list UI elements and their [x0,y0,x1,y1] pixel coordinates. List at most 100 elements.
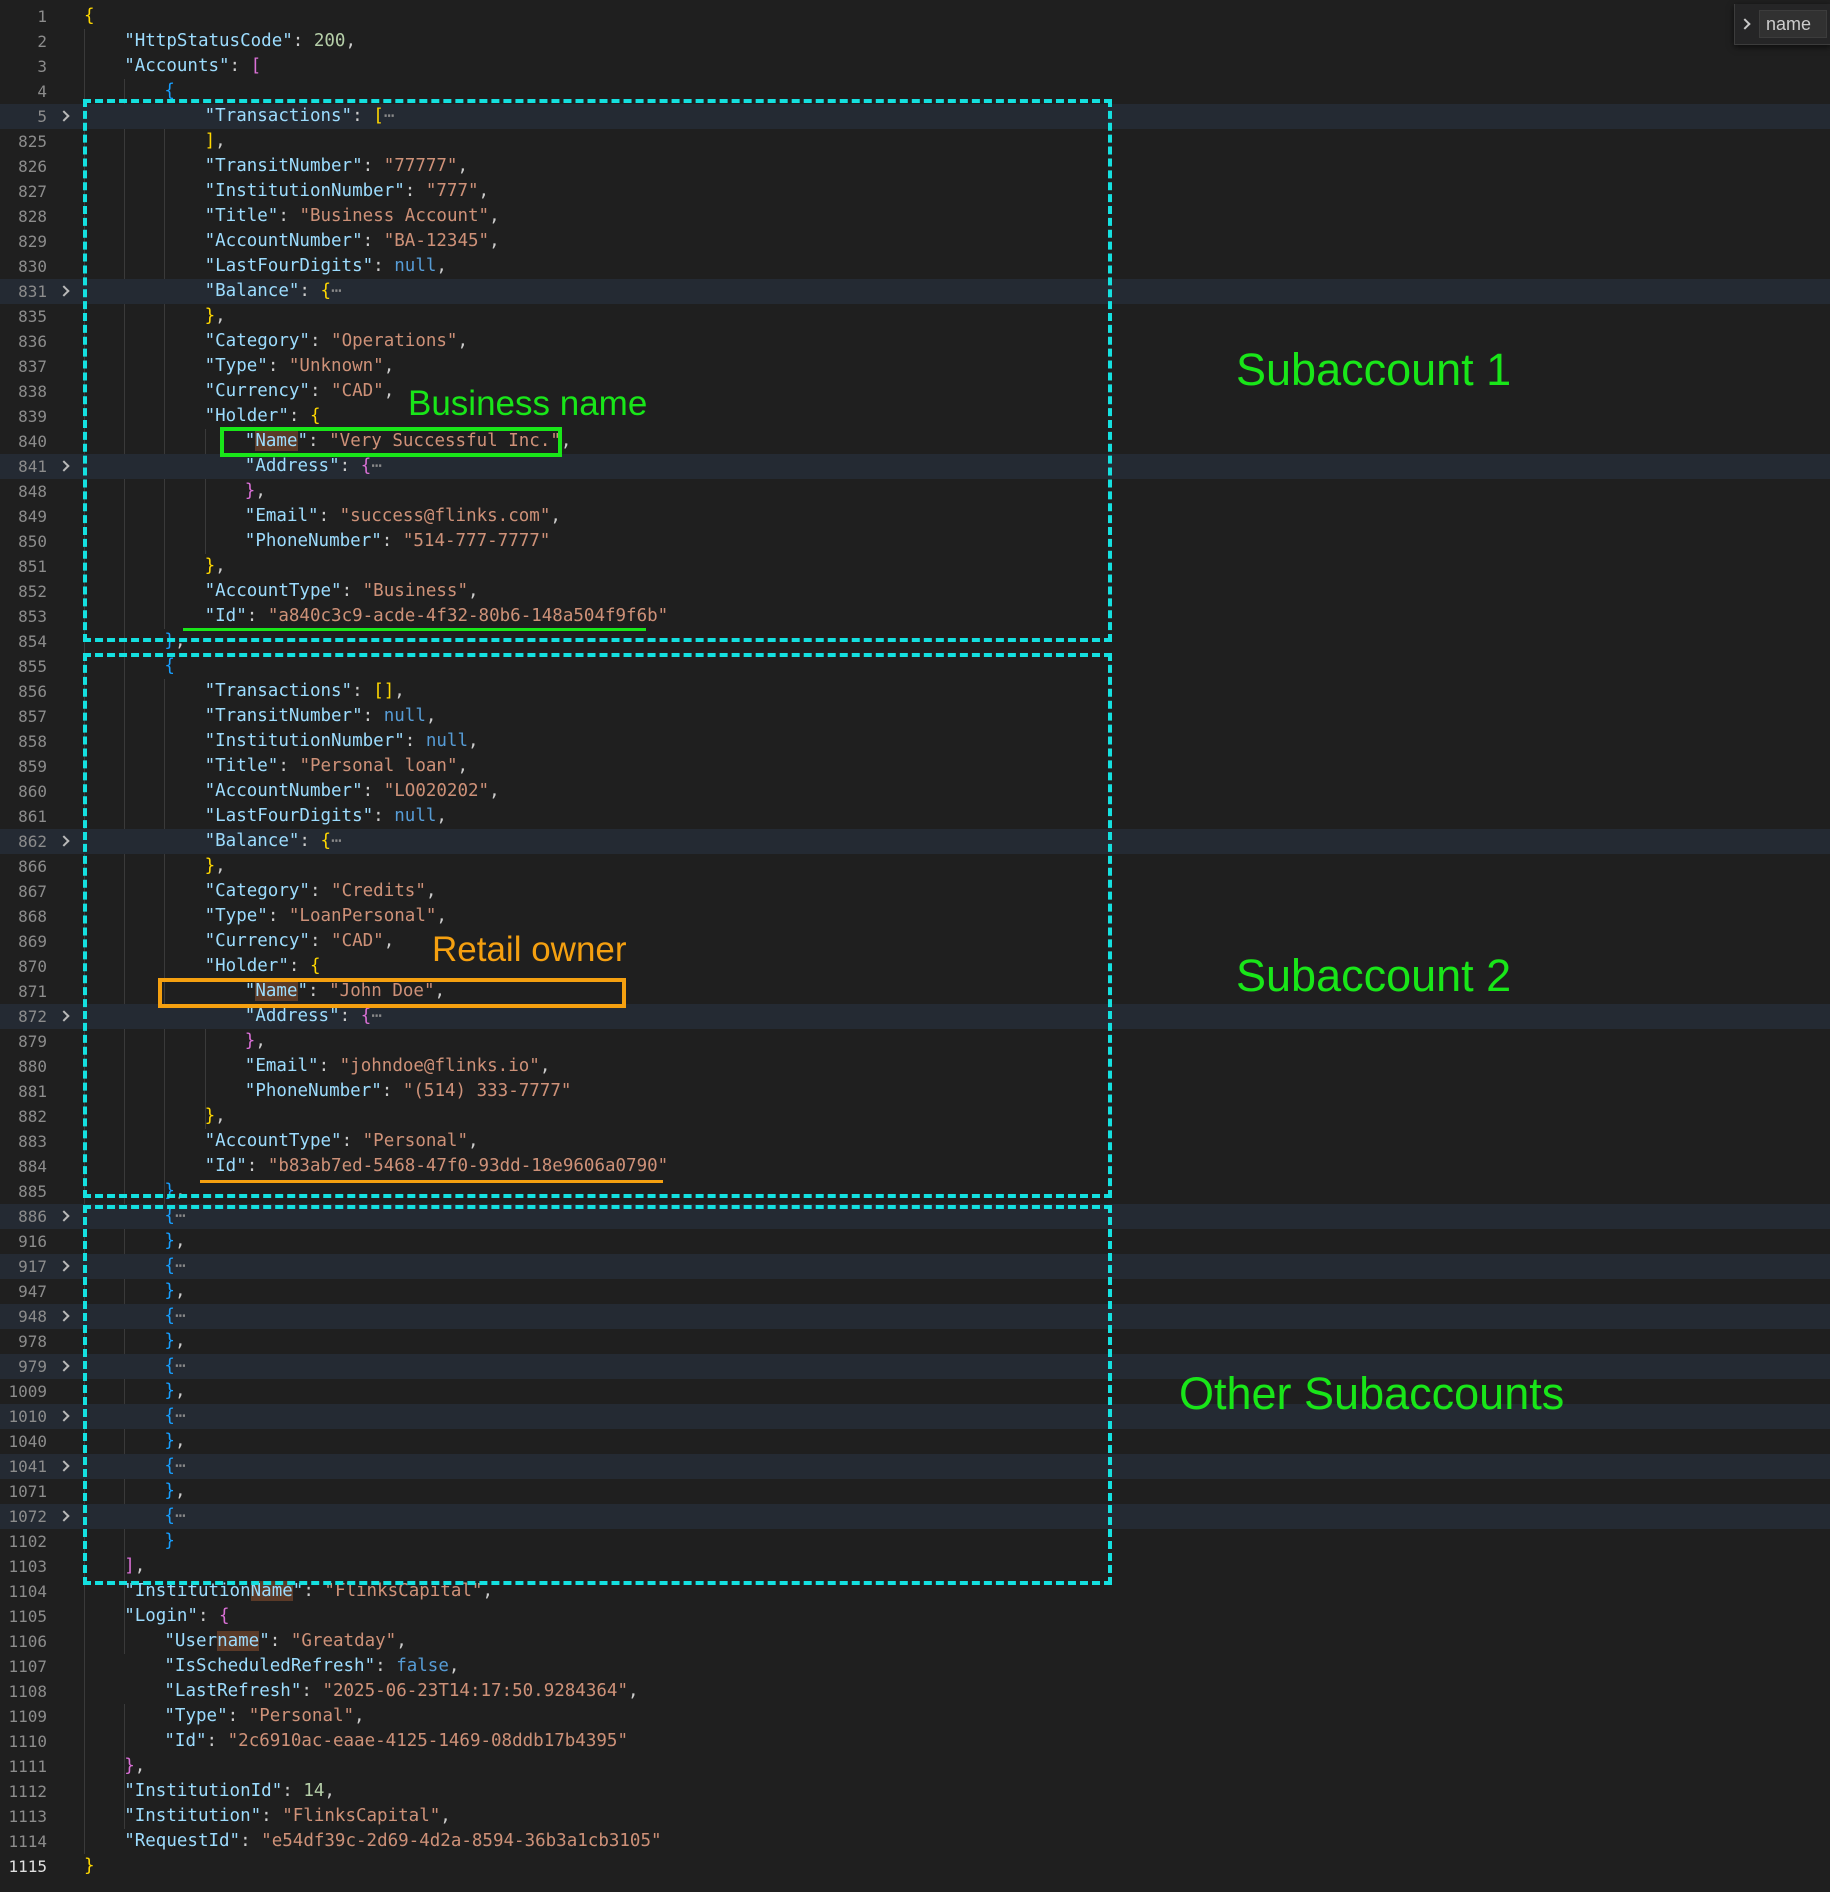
code-token: "Greatday" [290,1631,397,1651]
code-text: "LastRefresh": "2025-06-23T14:17:50.9284… [164,1679,638,1704]
find-input[interactable]: name [1759,10,1827,38]
fold-chevron-icon[interactable] [58,279,70,304]
fold-chevron-icon[interactable] [58,1004,70,1029]
line-number: 4 [37,82,47,101]
line-number: 1115 [8,1857,47,1876]
line-number: 868 [18,907,47,926]
code-line[interactable]: 1106 "Username": "Greatday", [0,1629,1830,1654]
code-token: false [396,1656,449,1676]
line-number: 1072 [8,1507,47,1526]
code-line[interactable]: 1107 "IsScheduledRefresh": false, [0,1654,1830,1679]
line-number: 916 [18,1232,47,1251]
line-number: 848 [18,482,47,501]
code-token: [ [250,56,262,76]
code-token: 14 [303,1781,325,1801]
code-text: "RequestId": "e54df39c-2d69-4d2a-8594-36… [124,1829,661,1854]
line-number: 861 [18,807,47,826]
code-line[interactable]: 1108 "LastRefresh": "2025-06-23T14:17:50.… [0,1679,1830,1704]
code-editor[interactable]: 1{2 "HttpStatusCode": 200, 3 "Accounts": [4… [0,0,1830,1892]
code-text: "InstitutionId": 14, [124,1779,335,1804]
code-line[interactable]: 1115} [0,1854,1830,1879]
line-number: 838 [18,382,47,401]
line-number: 1009 [8,1382,47,1401]
fold-chevron-icon[interactable] [58,1354,70,1379]
code-token: { [219,1606,230,1626]
code-token: , [396,1631,407,1651]
fold-chevron-icon[interactable] [58,1254,70,1279]
code-token: } [124,1756,135,1776]
fold-chevron-icon[interactable] [58,829,70,854]
code-token: : [292,31,314,51]
fold-chevron-icon[interactable] [58,1304,70,1329]
code-token: "Type" [164,1706,228,1726]
code-token: : [197,1606,220,1626]
fold-chevron-icon[interactable] [58,1204,70,1229]
code-token: " [259,1631,270,1651]
line-number: 841 [18,457,47,476]
code-token: : [282,1781,304,1801]
code-line[interactable]: 1{ [0,4,1830,29]
subaccount-1-label: Subaccount 1 [1236,344,1512,395]
code-line[interactable]: 1110 "Id": "2c6910ac-eaae-4125-1469-08ddb… [0,1729,1830,1754]
fold-chevron-icon[interactable] [58,1404,70,1429]
fold-chevron-icon[interactable] [58,1454,70,1479]
code-token: : [227,1706,249,1726]
line-number: 1111 [8,1757,47,1776]
code-text: "Login": { [124,1604,229,1629]
line-number: 1104 [8,1582,47,1601]
code-line[interactable]: 1111}, [0,1754,1830,1779]
code-line[interactable]: 1114 "RequestId": "e54df39c-2d69-4d2a-859… [0,1829,1830,1854]
line-number: 854 [18,632,47,651]
line-number: 1109 [8,1707,47,1726]
line-number: 882 [18,1107,47,1126]
code-token: name [217,1631,260,1651]
line-number: 1106 [8,1632,47,1651]
code-text: "Id": "2c6910ac-eaae-4125-1469-08ddb17b4… [164,1729,628,1754]
line-number: 3 [37,57,47,76]
line-number: 866 [18,857,47,876]
line-number: 1103 [8,1557,47,1576]
line-number: 840 [18,432,47,451]
line-number: 857 [18,707,47,726]
line-number: 886 [18,1207,47,1226]
line-number: 867 [18,882,47,901]
code-line[interactable]: 3 "Accounts": [ [0,54,1830,79]
toggle-replace-chevron-icon[interactable] [1739,16,1751,32]
line-number: 828 [18,207,47,226]
code-token: } [84,1856,95,1876]
code-text: }, [124,1754,145,1779]
code-text: "Institution": "FlinksCapital", [124,1804,451,1829]
line-number: 1010 [8,1407,47,1426]
line-number: 917 [18,1257,47,1276]
code-token: "HttpStatusCode" [124,31,293,51]
line-number: 979 [18,1357,47,1376]
line-number: 858 [18,732,47,751]
line-number: 947 [18,1282,47,1301]
line-number: 1 [37,7,47,26]
line-number: 870 [18,957,47,976]
code-line[interactable]: 2 "HttpStatusCode": 200, [0,29,1830,54]
code-token: "User [164,1631,218,1651]
fold-chevron-icon[interactable] [58,454,70,479]
code-token: { [164,81,175,101]
code-line[interactable]: 1112 "InstitutionId": 14, [0,1779,1830,1804]
line-number: 859 [18,757,47,776]
other-subaccounts-label: Other Subaccounts [1179,1368,1565,1419]
code-text: "Type": "Personal", [164,1704,364,1729]
fold-chevron-icon[interactable] [58,1504,70,1529]
line-number: 836 [18,332,47,351]
line-number: 853 [18,607,47,626]
code-token: "Institution" [124,1806,262,1826]
line-number: 1102 [8,1532,47,1551]
business-name-highlight-box [220,427,562,457]
line-number: 880 [18,1057,47,1076]
code-line[interactable]: 1109 "Type": "Personal", [0,1704,1830,1729]
retail-owner-label: Retail owner [432,930,627,969]
fold-chevron-icon[interactable] [58,104,70,129]
line-number: 852 [18,582,47,601]
code-line[interactable]: 1105 "Login": { [0,1604,1830,1629]
line-number: 862 [18,832,47,851]
code-line[interactable]: 1113 "Institution": "FlinksCapital", [0,1804,1830,1829]
code-token: { [84,6,95,26]
code-token: "InstitutionId" [124,1781,283,1801]
